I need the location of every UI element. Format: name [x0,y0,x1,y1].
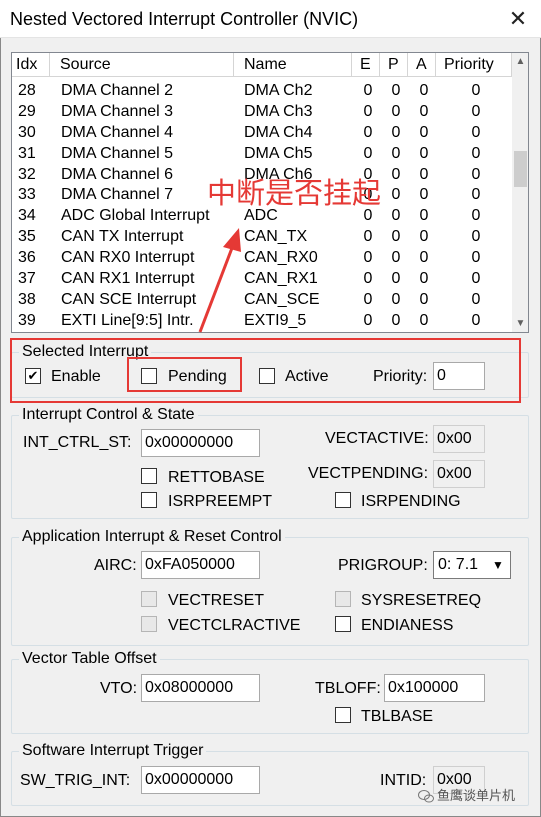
annotation-arrow-head [223,228,241,252]
annotation-arrow [198,228,241,333]
chat-bubble-icon [418,790,434,803]
watermark: 鱼鹰谈单片机 [418,785,515,804]
annotation-arrow-line [198,247,234,333]
watermark-text: 鱼鹰谈单片机 [437,789,516,804]
